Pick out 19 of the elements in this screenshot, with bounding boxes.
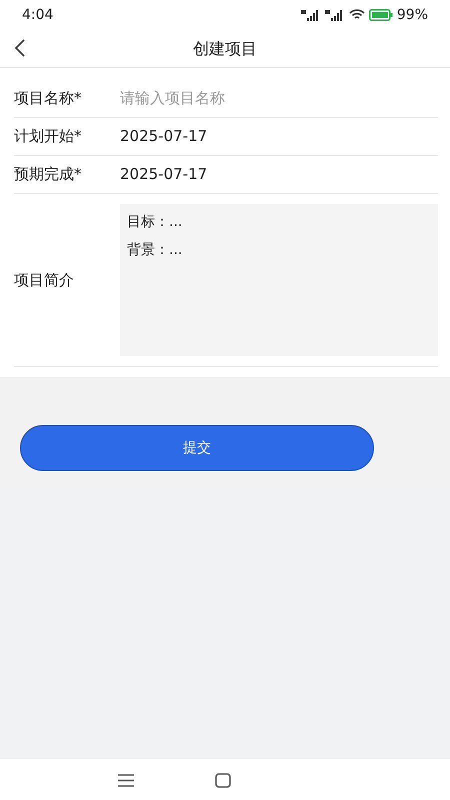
input-field[interactable]: 2025-07-17 xyxy=(120,163,438,186)
page-title: 创建项目 xyxy=(193,38,257,60)
menu-icon[interactable] xyxy=(118,774,134,787)
battery-percent: 99% xyxy=(396,6,428,24)
signal-icon xyxy=(324,10,345,20)
input-field[interactable]: 请输入项目名称 xyxy=(120,87,438,110)
home-icon[interactable] xyxy=(215,773,231,788)
field-label: 计划开始* xyxy=(14,126,82,148)
submit-button[interactable]: 提交 xyxy=(20,425,374,471)
input-field[interactable]: 2025-07-17 xyxy=(120,125,438,148)
back-icon[interactable] xyxy=(14,39,26,57)
field-label: 项目简介 xyxy=(14,270,75,291)
status-time: 4:04 xyxy=(22,6,54,24)
description-field[interactable]: 目标：... 背景：... xyxy=(120,204,438,356)
field-label: 项目名称* xyxy=(14,88,82,110)
battery-icon xyxy=(368,9,393,21)
field-label: 预期完成* xyxy=(14,164,82,186)
wifi-icon xyxy=(348,9,365,21)
signal-icon xyxy=(300,10,321,20)
